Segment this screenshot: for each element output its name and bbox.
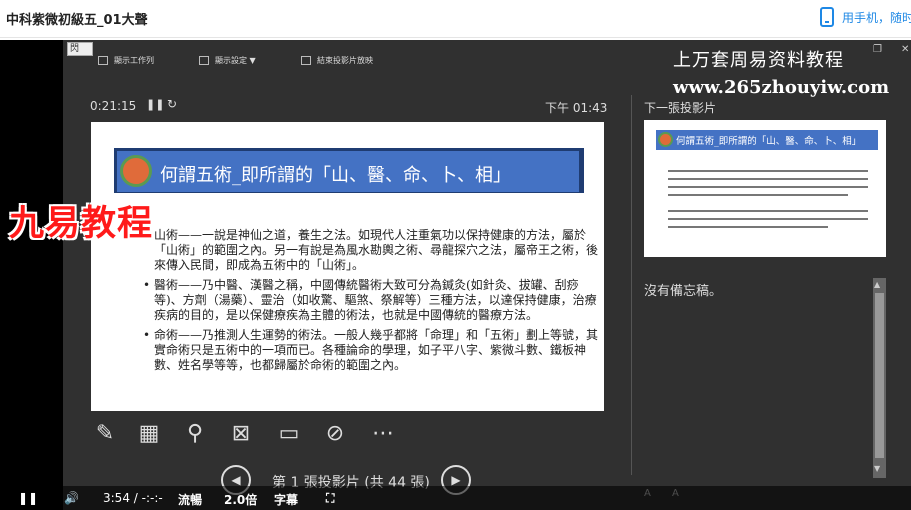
slide-logo-icon bbox=[120, 155, 152, 187]
presenter-view: 閃 顯示工作列 顯示設定 ▼ 結束投影片放映 ❐ ✕ 上万套周易资料教程 www… bbox=[9, 40, 911, 499]
watermark-url: www.265zhouyiw.com bbox=[673, 77, 890, 98]
elapsed-timer: 0:21:15 bbox=[90, 99, 137, 113]
pen-icon[interactable]: ✎ bbox=[91, 420, 119, 448]
next-slide-preview[interactable]: 何謂五術_即所謂的「山、醫、命、卜、相」 bbox=[644, 120, 886, 257]
subtitle-button[interactable]: 字幕 bbox=[274, 491, 298, 508]
settings-icon bbox=[199, 56, 209, 65]
speaker-notes: 沒有備忘稿。 bbox=[644, 284, 723, 299]
end-slideshow-label: 結束投影片放映 bbox=[317, 56, 373, 65]
slide-body: 山術——一說是神仙之道，養生之法。如現代人注重氣功以保持健康的方法，屬於「山術」… bbox=[143, 228, 603, 378]
thumb-text-line bbox=[668, 210, 868, 212]
jiuyi-watermark: 九易教程 bbox=[9, 204, 154, 244]
playback-time: 3:54 / -:-:- bbox=[103, 491, 163, 505]
video-player[interactable]: 閃 顯示工作列 顯示設定 ▼ 結束投影片放映 ❐ ✕ 上万套周易资料教程 www… bbox=[0, 40, 911, 510]
thumb-text-line bbox=[668, 194, 848, 196]
course-title: 中科紫微初級五_01大聲 bbox=[6, 13, 148, 28]
thumb-text-line bbox=[668, 170, 868, 172]
pause-icon[interactable]: ❚❚ bbox=[18, 491, 38, 505]
scroll-down-icon[interactable]: ▼ bbox=[874, 464, 880, 473]
restore-icon[interactable]: ❐ bbox=[873, 44, 882, 55]
slide-bullet: 命術——乃推測人生運勢的術法。一般人幾乎都將「命理」和「五術」劃上等號，其實命術… bbox=[143, 328, 603, 373]
thumb-text-line bbox=[668, 178, 868, 180]
app-icon: 閃 bbox=[67, 42, 93, 56]
slide-title: 何謂五術_即所謂的「山、醫、命、卜、相」 bbox=[160, 165, 511, 186]
page-header: 中科紫微初級五_01大聲 用手机，随时随地学 bbox=[0, 0, 911, 38]
camera-off-icon[interactable]: ⊘ bbox=[321, 420, 349, 448]
end-show-icon bbox=[301, 56, 311, 65]
end-slideshow-button[interactable]: 結束投影片放映 bbox=[301, 55, 373, 66]
see-all-slides-icon[interactable]: ▦ bbox=[135, 420, 163, 448]
more-options-icon[interactable]: ⋯ bbox=[369, 420, 397, 448]
pause-timer-icon[interactable]: ❚❚ bbox=[146, 98, 164, 111]
clock: 下午 01:43 bbox=[545, 101, 608, 115]
black-screen-icon[interactable]: ▭ bbox=[275, 420, 303, 448]
notes-scrollbar[interactable]: ▲ ▼ bbox=[873, 278, 886, 478]
watermark-text: 上万套周易资料教程 bbox=[673, 50, 844, 71]
thumb-title: 何謂五術_即所謂的「山、醫、命、卜、相」 bbox=[676, 136, 862, 147]
speed-button[interactable]: 2.0倍 bbox=[224, 491, 257, 508]
fullscreen-icon[interactable]: ⛶ bbox=[326, 491, 334, 506]
scroll-thumb[interactable] bbox=[875, 293, 884, 458]
letterbox bbox=[0, 40, 63, 510]
phone-icon bbox=[820, 7, 834, 27]
scroll-up-icon[interactable]: ▲ bbox=[874, 280, 880, 289]
slide-bullet: 山術——一說是神仙之道，養生之法。如現代人注重氣功以保持健康的方法，屬於「山術」… bbox=[143, 228, 603, 273]
display-settings-button[interactable]: 顯示設定 ▼ bbox=[199, 55, 256, 66]
thumb-text-line bbox=[668, 226, 828, 228]
current-slide[interactable]: 何謂五術_即所謂的「山、醫、命、卜、相」 山術——一說是神仙之道，養生之法。如現… bbox=[91, 122, 604, 411]
show-taskbar-button[interactable]: 顯示工作列 bbox=[98, 55, 154, 66]
zoom-icon[interactable]: ⚲ bbox=[181, 420, 209, 448]
volume-icon[interactable]: 🔊 bbox=[64, 491, 79, 505]
mobile-learning-label: 用手机，随时随地学 bbox=[842, 10, 911, 25]
taskbar-icon bbox=[98, 56, 108, 65]
close-icon[interactable]: ✕ bbox=[901, 44, 909, 55]
next-slide-label: 下一張投影片 bbox=[644, 101, 717, 115]
mobile-learning-link[interactable]: 用手机，随时随地学 bbox=[820, 7, 911, 27]
thumb-text-line bbox=[668, 186, 868, 188]
show-taskbar-label: 顯示工作列 bbox=[114, 56, 154, 65]
player-controls: ❚❚ 🔊 3:54 / -:-:- 流暢 2.0倍 字幕 ⛶ bbox=[0, 486, 911, 510]
thumb-text-line bbox=[668, 218, 868, 220]
reset-timer-icon[interactable]: ↻ bbox=[167, 97, 177, 111]
quality-button[interactable]: 流暢 bbox=[178, 491, 202, 508]
display-settings-label: 顯示設定 ▼ bbox=[215, 56, 256, 65]
thumb-logo-icon bbox=[658, 132, 673, 147]
slide-bullet: 醫術——乃中醫、漢醫之稱，中國傳統醫術大致可分為鍼灸(如針灸、拔罐、刮痧等)、方… bbox=[143, 278, 603, 323]
presenter-tools: ✎ ▦ ⚲ ⊠ ▭ ⊘ ⋯ bbox=[91, 420, 411, 450]
pointer-icon[interactable]: ⊠ bbox=[227, 420, 255, 448]
pane-divider[interactable] bbox=[631, 95, 632, 475]
